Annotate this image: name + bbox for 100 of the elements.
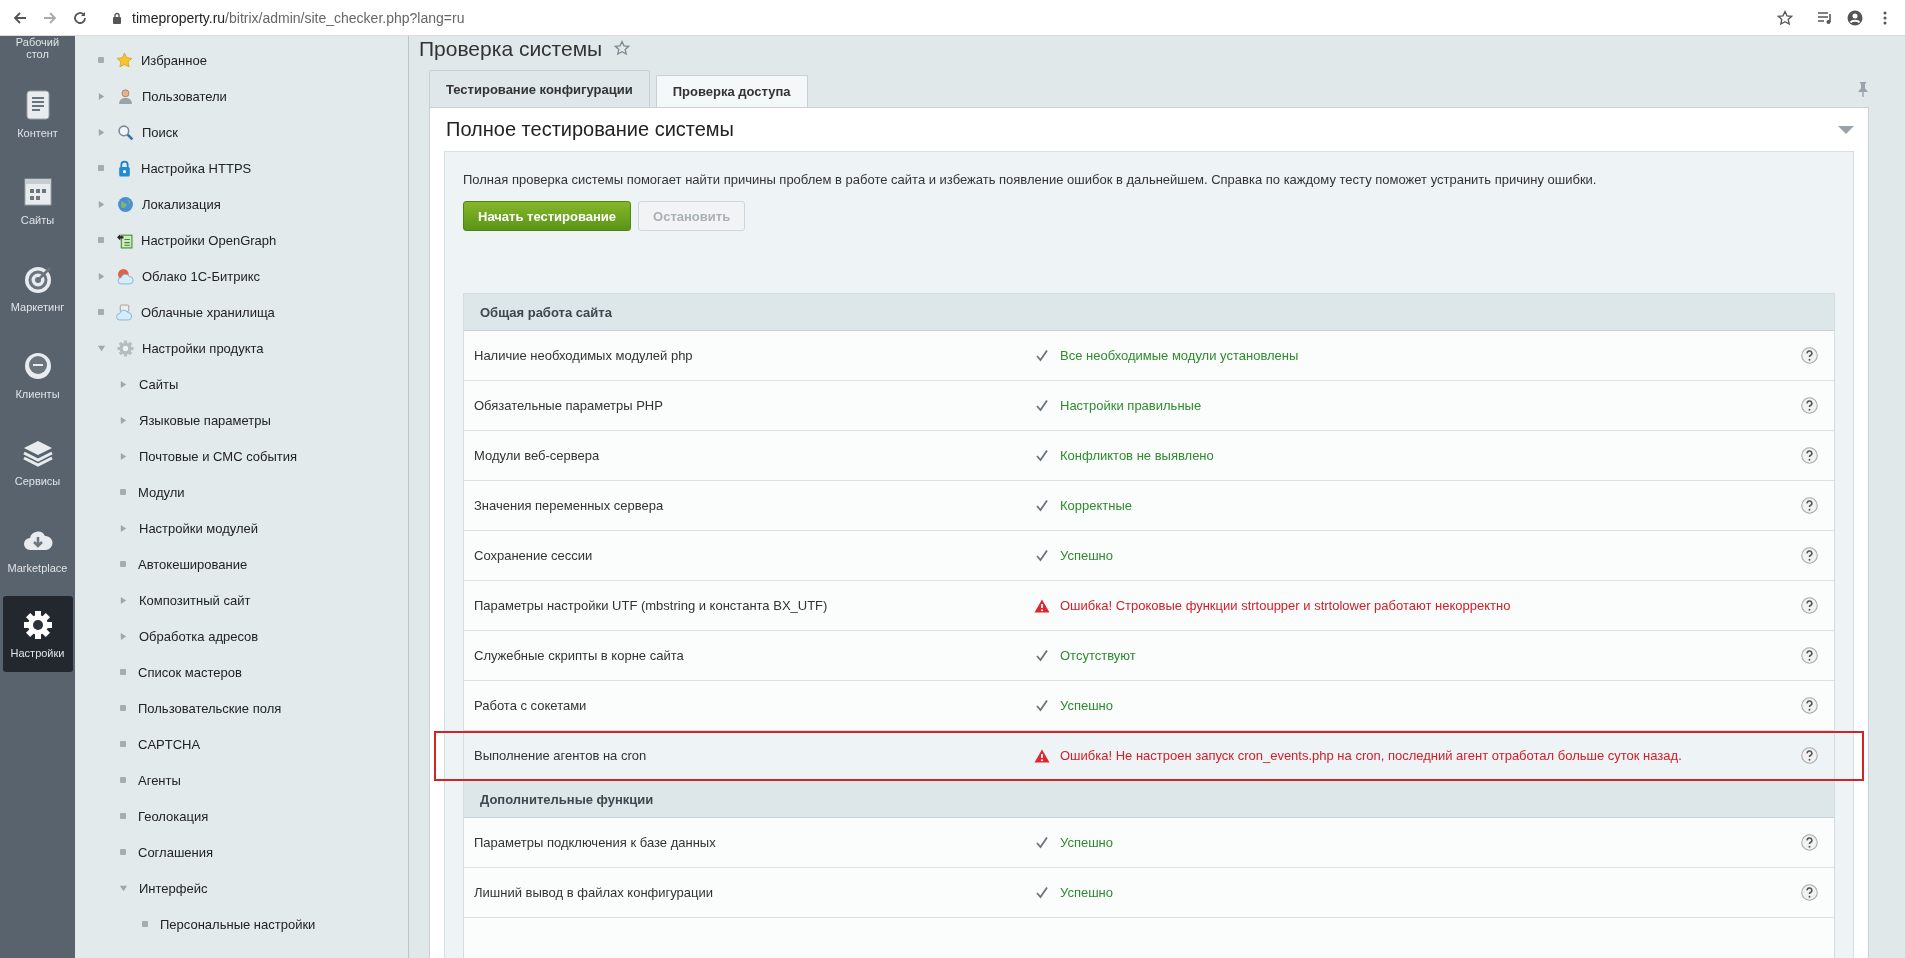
menu-item[interactable]: Настройка HTTPS: [75, 150, 408, 186]
sidebar-item[interactable]: Marketplace: [2, 509, 73, 589]
reload-icon[interactable]: [72, 9, 88, 26]
help-icon[interactable]: [1801, 747, 1818, 764]
help-icon[interactable]: [1801, 834, 1818, 851]
test-name: Работа с сокетами: [474, 698, 588, 713]
help-icon[interactable]: [1801, 497, 1818, 514]
checkmark-icon: [1034, 648, 1050, 663]
sidebar-item[interactable]: Клиенты: [2, 335, 73, 415]
collapse-arrow-icon[interactable]: [1838, 124, 1854, 135]
help-icon[interactable]: [1801, 697, 1818, 714]
sidebar-label: Настройки: [10, 647, 65, 659]
menu-item[interactable]: Пользователи: [75, 78, 408, 114]
menu-label: Пользователи: [142, 88, 227, 104]
star-icon[interactable]: [1777, 9, 1793, 26]
menu-item[interactable]: Пользовательские поля: [75, 690, 408, 726]
tab[interactable]: Тестирование конфигурации: [429, 70, 650, 107]
menu-label: Пользовательские поля: [138, 700, 282, 716]
test-result: Все необходимые модули установлены: [1060, 348, 1299, 363]
menu-item[interactable]: Соглашения: [75, 834, 408, 870]
globe-icon: [117, 195, 134, 213]
checkmark-icon: [1034, 548, 1050, 563]
tab[interactable]: Проверка доступа: [655, 75, 808, 107]
menu-label: Языковые параметры: [139, 412, 271, 428]
test-result: Корректные: [1060, 498, 1133, 513]
sidebar-label: Клиенты: [15, 388, 60, 400]
test-result: Успешно: [1060, 698, 1113, 713]
test-name: Значения переменных сервера: [474, 498, 665, 513]
settings-icon: [21, 609, 54, 641]
help-icon[interactable]: [1801, 597, 1818, 614]
sidebar-label: Маркетинг: [10, 301, 65, 313]
star-icon[interactable]: [614, 39, 631, 56]
media-icon[interactable]: [1817, 9, 1833, 26]
calendar-icon: [21, 176, 54, 208]
menu-item[interactable]: Настройки продукта: [75, 330, 408, 366]
menu-label: CAPTCHA: [138, 736, 201, 752]
menu-label: Облачные хранилища: [141, 304, 275, 320]
menu-label: Локализация: [142, 196, 221, 212]
menu-label: Агенты: [138, 772, 181, 788]
help-icon[interactable]: [1801, 884, 1818, 901]
test-result: Настройки правильные: [1060, 398, 1202, 413]
help-icon[interactable]: [1801, 347, 1818, 364]
menu-item[interactable]: Геолокация: [75, 798, 408, 834]
menu-item[interactable]: Интерфейс: [75, 870, 408, 906]
bullet-icon: [120, 741, 126, 747]
menu-item[interactable]: Агенты: [75, 762, 408, 798]
sidebar-item[interactable]: Маркетинг: [2, 248, 73, 328]
menu-item[interactable]: Автокеширование: [75, 546, 408, 582]
menu-item[interactable]: Настройки модулей: [75, 510, 408, 546]
menu-label: Модули: [138, 484, 185, 500]
sidebar-item[interactable]: Сервисы: [2, 422, 73, 502]
menu-item[interactable]: Почтовые и СМС события: [75, 438, 408, 474]
sidebar-item[interactable]: Контент: [2, 74, 73, 154]
menu-label: Поиск: [142, 124, 179, 140]
menu-item[interactable]: Список мастеров: [75, 654, 408, 690]
sidebar-item[interactable]: Настройки: [2, 596, 73, 672]
bullet-icon: [98, 309, 104, 315]
menu-item[interactable]: Модули: [75, 474, 408, 510]
menu-item[interactable]: Локализация: [75, 186, 408, 222]
menu-label: Избранное: [141, 52, 207, 68]
padlock-icon: [116, 159, 133, 177]
menu-item[interactable]: Облако 1С-Битрикс: [75, 258, 408, 294]
menu-label: Соглашения: [138, 844, 214, 860]
help-icon[interactable]: [1801, 397, 1818, 414]
bullet-icon: [120, 813, 126, 819]
address-bar[interactable]: timeproperty.ru/bitrix/admin/site_checker.php?lang=ru: [102, 3, 1803, 32]
test-name: Параметры настройки UTF (mbstring и константа BX_UTF): [474, 598, 829, 613]
test-name: Сохранение сессии: [474, 548, 594, 563]
menu-label: Геолокация: [138, 808, 209, 824]
sidebar-item[interactable]: Рабочий стол: [2, 36, 73, 66]
menu-item[interactable]: CAPTCHA: [75, 726, 408, 762]
help-icon[interactable]: [1801, 647, 1818, 664]
gear-icon: [117, 339, 134, 357]
menu-item[interactable]: Настройки OpenGraph: [75, 222, 408, 258]
back-icon[interactable]: [12, 9, 28, 26]
bullet-icon: [98, 57, 104, 63]
user-icon: [117, 87, 134, 105]
menu-item[interactable]: Композитный сайт: [75, 582, 408, 618]
lock-icon[interactable]: [112, 11, 122, 24]
menu-item[interactable]: Избранное: [75, 42, 408, 78]
cloud-storage-icon: [116, 303, 133, 321]
help-icon[interactable]: [1801, 447, 1818, 464]
menu-label: Сайты: [139, 376, 179, 392]
menu-item[interactable]: Поиск: [75, 114, 408, 150]
menu-item[interactable]: Персональные настройки: [75, 906, 408, 942]
menu-item[interactable]: Языковые параметры: [75, 402, 408, 438]
test-name: Служебные скрипты в корне сайта: [474, 648, 685, 663]
account-icon[interactable]: [1847, 9, 1863, 26]
menu-item[interactable]: Сайты: [75, 366, 408, 402]
menu-label: Список мастеров: [138, 664, 242, 680]
sidebar-label: Рабочий стол: [14, 36, 61, 60]
help-icon[interactable]: [1801, 547, 1818, 564]
sidebar-label: Marketplace: [7, 562, 68, 574]
menu-item[interactable]: Облачные хранилища: [75, 294, 408, 330]
checkmark-icon: [1034, 835, 1050, 850]
url-host: timeproperty.ru: [132, 9, 226, 26]
sidebar-item[interactable]: Сайты: [2, 161, 73, 241]
test-name: Обязательные параметры PHP: [474, 398, 664, 413]
cloud-icon: [117, 267, 134, 285]
menu-item[interactable]: Обработка адресов: [75, 618, 408, 654]
